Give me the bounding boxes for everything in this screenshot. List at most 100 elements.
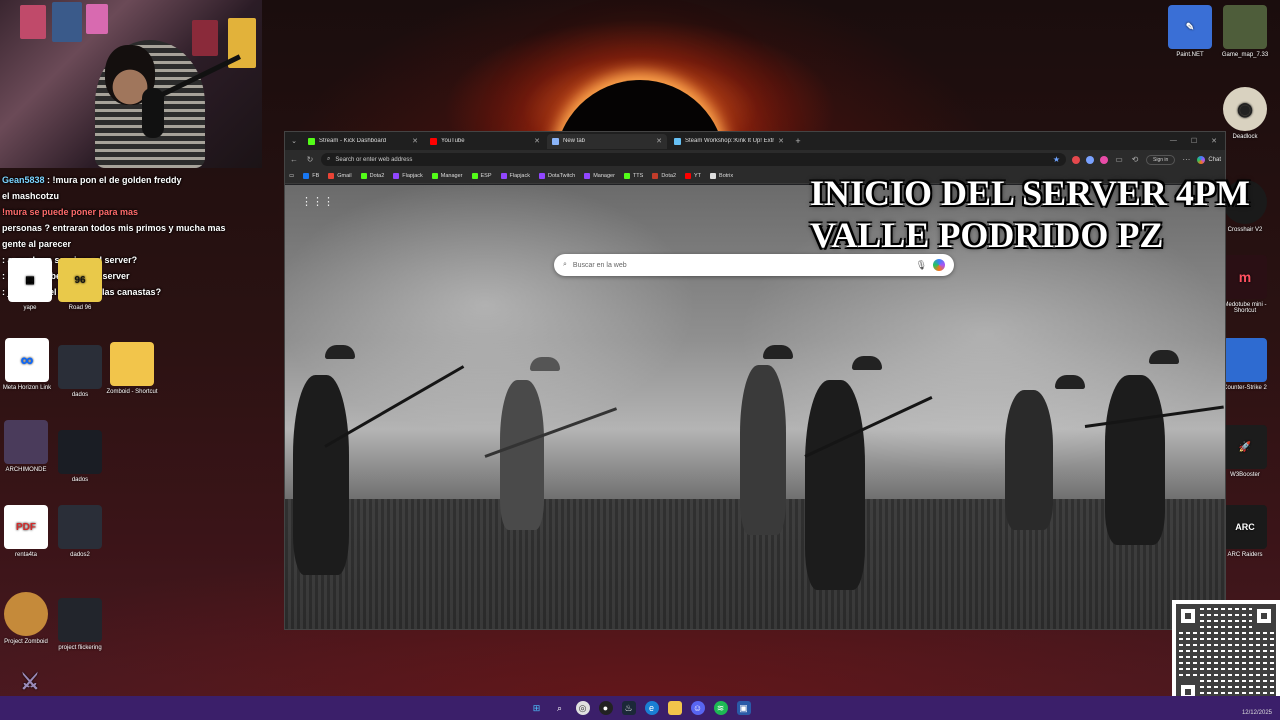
desktop-icon-project-zomboid[interactable]: Project Zomboid [0, 592, 56, 645]
steam-icon[interactable]: ♨ [621, 701, 636, 715]
wall-poster [192, 20, 218, 56]
desktop-icon-dados-2[interactable]: dados [50, 430, 110, 483]
background-helmet [325, 345, 355, 359]
chat-line: el mashcotzu [2, 191, 60, 201]
bookmark-item[interactable]: DotaTwitch [539, 173, 575, 179]
wall-poster [86, 4, 108, 34]
bookmark-item[interactable]: Botrix [710, 173, 733, 179]
copilot-icon[interactable] [933, 259, 945, 271]
desktop-icon-project-flickering[interactable]: project flickering [50, 598, 110, 651]
background-helmet [763, 345, 793, 359]
desktop-icon-game-map[interactable]: Game_map_7.33 [1215, 5, 1275, 58]
gmail-icon [328, 173, 335, 179]
tab-actions-icon[interactable]: ▭ [1114, 155, 1124, 164]
reload-icon[interactable]: ↻ [305, 155, 315, 164]
background-helmet [1149, 350, 1179, 364]
new-tab-button[interactable]: + [791, 136, 805, 146]
tab-kick-dashboard[interactable]: Stream - Kick Dashboard ✕ [303, 134, 423, 149]
chat-button[interactable]: Chat [1197, 155, 1221, 164]
tab-list-chevron-icon[interactable]: ⌄ [285, 137, 303, 145]
address-bar[interactable]: ⌕ Search or enter web address ★ [321, 153, 1067, 166]
desktop-icon-road96[interactable]: 96 Road 96 [50, 258, 110, 311]
bookmark-item[interactable]: Dota2 [360, 173, 384, 179]
reading-list-icon[interactable]: ▭ [289, 173, 294, 179]
desktop-icon-archimonde[interactable]: ARCHIMONDE [0, 420, 56, 473]
background-helmet [852, 356, 882, 370]
close-icon[interactable]: ✕ [412, 137, 418, 145]
discord-icon[interactable]: ☺ [690, 701, 705, 715]
extension-icon[interactable] [1072, 155, 1081, 164]
desktop-icon-meta-horizon-link[interactable]: ∞ Meta Horizon Link [0, 338, 57, 391]
qr-code [1172, 600, 1280, 708]
tab-steam-workshop[interactable]: Steam Workshop::Kink It Up! Extra ✕ [669, 134, 789, 149]
minimize-icon[interactable]: — [1170, 137, 1177, 145]
background-helmet [530, 357, 560, 371]
apps-grid-icon[interactable]: ⋮⋮⋮ [301, 195, 334, 208]
tab-youtube[interactable]: YouTube ✕ [425, 134, 545, 149]
wall-poster [20, 5, 46, 39]
nav-bar: ← ↻ ⌕ Search or enter web address ★ ▭ ⟲ … [285, 150, 1225, 169]
bookmark-item[interactable]: YT [685, 173, 701, 179]
bookmark-item[interactable]: TTS [623, 173, 643, 179]
desktop-icon-renta4ta[interactable]: PDF renta4ta [0, 505, 56, 558]
webcam-feed [0, 0, 262, 168]
close-icon[interactable]: ✕ [778, 137, 784, 145]
star-icon[interactable]: ★ [1053, 155, 1060, 164]
background-soldier [1005, 390, 1053, 530]
search-icon: ⌕ [563, 261, 567, 268]
bookmark-item[interactable]: Dota2 [652, 173, 676, 179]
steam-icon [674, 137, 681, 145]
chat-line: gente al parecer [2, 239, 72, 249]
background-soldier [500, 380, 544, 530]
background-helmet [1055, 375, 1085, 389]
desktop-icon-dados2[interactable]: dados2 [50, 505, 110, 558]
qr-code-icon: ▦ [8, 258, 52, 302]
medotube-icon: m [1223, 255, 1267, 299]
project-zomboid-icon [4, 592, 48, 636]
kick-icon [471, 173, 478, 179]
close-icon[interactable]: ✕ [534, 137, 540, 145]
bookmark-item[interactable]: Manager [584, 173, 615, 179]
taskbar: ⊞ ⌕ ◎ ● ♨ e ☺ ≋ ▣ 12/12/2025 [0, 696, 1280, 720]
chat-line: !mura se puede poner para mas [2, 207, 139, 217]
bookmark-item[interactable]: Flapjack [500, 173, 530, 179]
bookmark-item[interactable]: Flapjack [393, 173, 423, 179]
edge-icon[interactable]: e [644, 701, 659, 715]
desktop-icon-zomboid-shortcut[interactable]: Zomboid - Shortcut [102, 342, 162, 395]
search-icon[interactable]: ⌕ [553, 701, 567, 715]
back-icon[interactable]: ← [289, 155, 299, 164]
bookmark-item[interactable]: Manager [431, 173, 463, 179]
bookmark-item[interactable]: ESP [471, 173, 492, 179]
obs-icon[interactable]: ● [598, 701, 613, 715]
background-rifle [324, 365, 465, 448]
maximize-icon[interactable]: ☐ [1191, 137, 1197, 145]
menu-icon[interactable]: ⋯ [1181, 155, 1191, 164]
mic-icon[interactable]: 🎙 [916, 260, 927, 271]
sign-in-button[interactable]: Sign in [1146, 154, 1176, 165]
extension-icon[interactable] [1100, 155, 1109, 164]
arc-raiders-icon: ARC [1223, 505, 1267, 549]
folder-icon [110, 342, 154, 386]
extension-icon[interactable] [1086, 155, 1095, 164]
start-icon[interactable]: ⊞ [530, 701, 544, 715]
chrome-icon[interactable]: ◎ [575, 701, 590, 715]
spotify-icon[interactable]: ≋ [713, 701, 728, 715]
chat-line: Gean5838 : !mura pon el de golden freddy [2, 175, 182, 185]
twitch-icon [393, 173, 400, 179]
kick-icon [431, 173, 438, 179]
kick-icon [360, 173, 367, 179]
file-explorer-icon[interactable] [667, 701, 682, 715]
tab-new-tab[interactable]: New tab ✕ [547, 133, 667, 149]
bookmark-item[interactable]: FB [303, 173, 319, 179]
rocket-icon: 🚀 [1223, 425, 1267, 469]
close-icon[interactable]: ✕ [656, 137, 662, 145]
web-search-box[interactable]: ⌕ Buscar en la web 🎙 [554, 254, 954, 276]
background-soldier [293, 375, 349, 575]
app-icon[interactable]: ▣ [736, 701, 751, 715]
desktop-icon-dados[interactable]: dados [50, 345, 110, 398]
file-thumbnail-icon [58, 505, 102, 549]
history-icon[interactable]: ⟲ [1130, 155, 1140, 164]
desktop-icon-paintnet[interactable]: ✎ Paint.NET [1160, 5, 1220, 58]
bookmark-item[interactable]: Gmail [328, 173, 352, 179]
close-window-icon[interactable]: ✕ [1211, 137, 1217, 145]
